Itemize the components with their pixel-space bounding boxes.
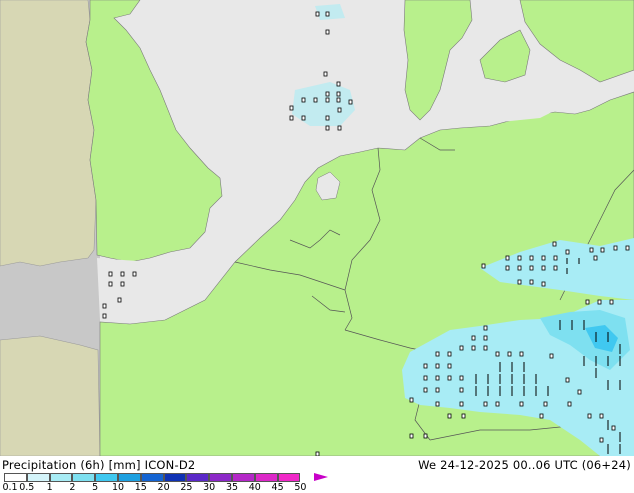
legend-swatch bbox=[186, 473, 210, 482]
legend-arrow bbox=[314, 473, 328, 481]
valid-time: We 24-12-2025 00..06 UTC (06+24) bbox=[418, 458, 631, 472]
legend-swatch bbox=[140, 473, 164, 482]
legend-tick-label: 0.1 bbox=[2, 482, 18, 493]
outside-domain-land-south bbox=[0, 335, 101, 456]
precipitation-map bbox=[0, 0, 634, 456]
legend-swatch bbox=[163, 473, 187, 482]
legend-tick-label: 35 bbox=[225, 482, 239, 493]
legend-swatch bbox=[26, 473, 50, 482]
legend-tick-label: 1 bbox=[46, 482, 53, 493]
legend-swatch bbox=[72, 473, 96, 482]
legend-swatch bbox=[49, 473, 73, 482]
map-title: Precipitation (6h) [mm] ICON-D2 bbox=[2, 458, 196, 472]
legend-tick-label: 30 bbox=[203, 482, 216, 493]
legend-swatch bbox=[95, 473, 118, 482]
legend-swatch bbox=[209, 473, 232, 482]
legend-tick-label: 20 bbox=[157, 482, 170, 493]
legend-tick-label: 40 bbox=[248, 482, 261, 493]
legend-tick-label: 25 bbox=[180, 482, 193, 493]
legend-tick-label: 50 bbox=[294, 482, 307, 493]
outside-domain-land bbox=[0, 0, 97, 267]
color-scale-legend bbox=[4, 473, 301, 482]
legend-swatch bbox=[277, 473, 301, 482]
legend-swatch bbox=[117, 473, 141, 482]
legend-labels: 0.1 0.5 1 2 5 10 15 20 25 30 35 40 45 50 bbox=[0, 482, 634, 493]
legend-tick-label: 10 bbox=[111, 482, 125, 493]
legend-tick-label: 15 bbox=[134, 482, 147, 493]
legend-tick-label: 45 bbox=[271, 482, 284, 493]
legend-tick-label: 2 bbox=[69, 482, 76, 493]
legend-swatch bbox=[254, 473, 278, 482]
legend-tick-label: 0.5 bbox=[19, 482, 35, 493]
weather-map-view: Precipitation (6h) [mm] ICON-D2 We 24-12… bbox=[0, 0, 634, 493]
map-footer: Precipitation (6h) [mm] ICON-D2 We 24-12… bbox=[0, 456, 634, 493]
legend-tick-label: 5 bbox=[92, 482, 99, 493]
legend-swatch bbox=[231, 473, 255, 482]
legend-swatch bbox=[4, 473, 27, 482]
